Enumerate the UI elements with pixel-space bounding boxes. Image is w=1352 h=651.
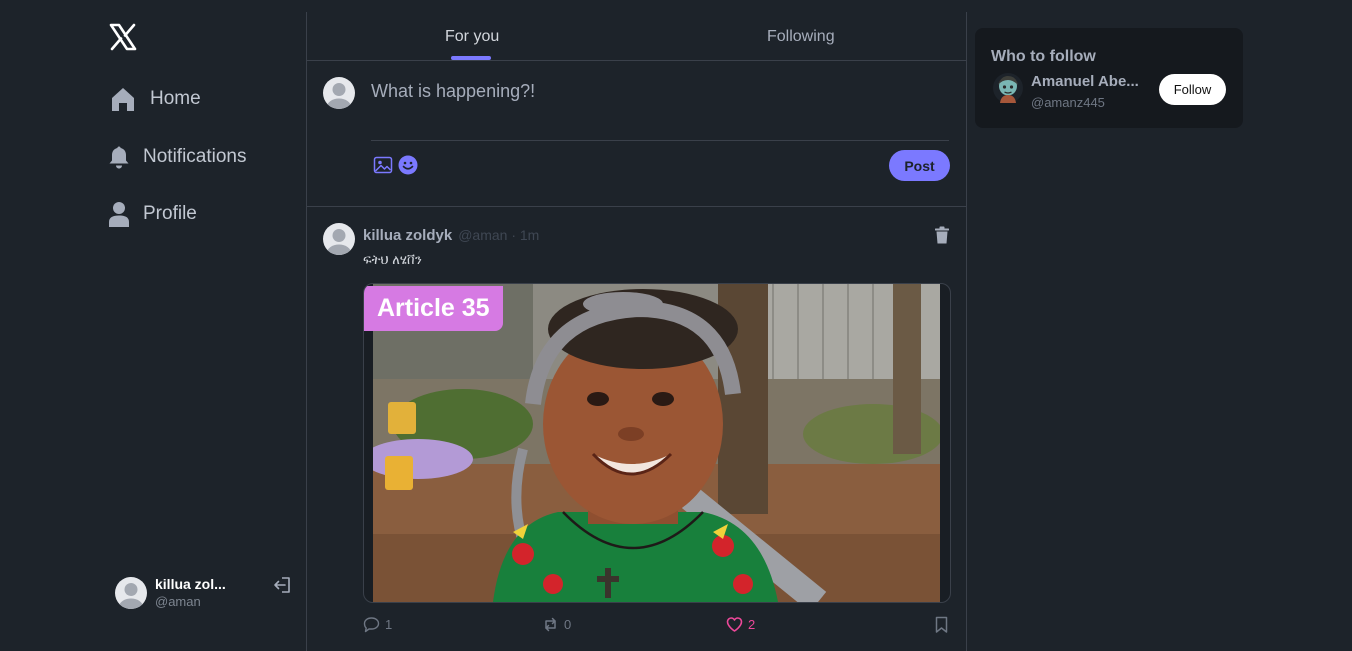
bell-icon: [109, 146, 129, 169]
post-photo: [373, 284, 940, 602]
heart-icon: [726, 617, 743, 632]
default-avatar-icon: [327, 229, 351, 255]
follow-button[interactable]: Follow: [1159, 74, 1226, 105]
article-tag: Article 35: [364, 286, 503, 331]
active-tab-indicator: [451, 56, 491, 60]
avatar: [115, 577, 147, 609]
sidebar-item-notifications[interactable]: Notifications: [108, 145, 247, 169]
home-icon: [112, 88, 134, 111]
composer-divider: [371, 140, 949, 141]
post-composer: Post: [307, 61, 966, 207]
repost-button[interactable]: 0: [542, 616, 571, 633]
repost-icon: [545, 617, 556, 632]
who-to-follow-panel: Who to follow Amanuel Abe... @amanz445 F…: [975, 28, 1243, 128]
suggestion-avatar[interactable]: [993, 73, 1023, 103]
suggestion-handle: @amanz445: [1031, 95, 1105, 110]
feed-post[interactable]: killua zoldyk @aman · 1m ፍትህ ለሄቨን Articl…: [307, 207, 966, 651]
bookmark-icon: [935, 616, 948, 633]
sidebar-item-label: Home: [150, 88, 201, 109]
post-media[interactable]: Article 35: [363, 283, 951, 603]
x-logo-icon[interactable]: [108, 22, 138, 52]
post-author[interactable]: killua zoldyk: [363, 227, 452, 244]
account-handle: @aman: [155, 594, 201, 609]
reply-button[interactable]: 1: [363, 616, 392, 633]
tab-for-you[interactable]: For you: [445, 28, 499, 46]
account-info: killua zol... @aman: [155, 575, 226, 611]
reply-count: 1: [385, 617, 393, 632]
post-actions: 1 0 2: [363, 616, 951, 638]
post-text: ፍትህ ለሄቨን: [363, 252, 422, 267]
default-avatar-icon: [119, 583, 143, 609]
repost-count: 0: [564, 617, 572, 632]
compose-input[interactable]: [369, 79, 951, 127]
right-divider: [966, 12, 967, 651]
avatar[interactable]: [323, 223, 355, 255]
avatar: [323, 77, 355, 109]
suggestion-name[interactable]: Amanuel Abe...: [1031, 73, 1139, 90]
post-button[interactable]: Post: [889, 150, 950, 181]
panel-title: Who to follow: [991, 48, 1096, 65]
sidebar-item-profile[interactable]: Profile: [108, 201, 197, 227]
emoji-icon[interactable]: [398, 155, 418, 175]
feed-tabs: For you Following: [307, 12, 966, 61]
comment-icon: [363, 617, 380, 633]
user-icon: [109, 202, 129, 227]
sidebar-item-label: Profile: [143, 203, 197, 224]
bookmark-button[interactable]: [933, 616, 955, 633]
sidebar-item-label: Notifications: [143, 146, 247, 167]
sidebar-item-home[interactable]: Home: [110, 86, 201, 112]
logout-icon[interactable]: [272, 575, 292, 595]
post-meta: @aman · 1m: [458, 227, 540, 243]
account-name: killua zol...: [155, 576, 226, 592]
account-switcher[interactable]: killua zol... @aman: [115, 575, 295, 611]
default-avatar-icon: [327, 83, 351, 109]
like-button[interactable]: 2: [726, 616, 755, 633]
main-feed: For you Following Post: [307, 12, 966, 651]
left-sidebar: Home Notifications Profile killua zol...…: [0, 0, 306, 651]
trash-icon[interactable]: [934, 226, 950, 244]
image-icon[interactable]: [373, 155, 393, 175]
post-header: killua zoldyk @aman · 1m: [363, 227, 539, 244]
tab-following[interactable]: Following: [767, 28, 835, 46]
like-count: 2: [748, 617, 756, 632]
